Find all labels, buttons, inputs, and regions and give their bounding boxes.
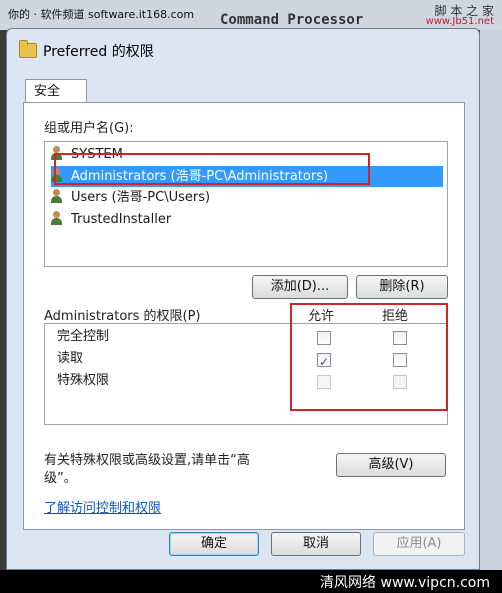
user-name: Users (浩哥-PC\Users) <box>71 190 211 205</box>
permissions-label: Administrators 的权限(P) <box>44 309 201 324</box>
groups-label: 组或用户名(G): <box>44 121 134 136</box>
cancel-button[interactable]: 取消 <box>271 532 361 556</box>
advanced-button[interactable]: 高级(V) <box>336 453 446 477</box>
background-window-edge <box>480 30 502 570</box>
background-title: Command Processor <box>220 12 364 28</box>
watermark-right-url: www.Jb51.net <box>425 16 494 27</box>
advanced-text-line2: 级”。 <box>44 471 77 486</box>
background-window-strip: 你的 · 软件频道 software.it168.com Command Pro… <box>0 0 502 30</box>
annotation-box-administrators <box>54 153 370 185</box>
tab-security[interactable]: 安全 <box>25 79 87 103</box>
remove-button[interactable]: 删除(R) <box>356 275 448 299</box>
user-group-icon <box>51 211 67 225</box>
advanced-text-line1: 有关特殊权限或高级设置,请单击“高 <box>44 453 250 468</box>
user-group-icon <box>51 189 67 203</box>
watermark-left: 你的 · 软件频道 software.it168.com <box>8 8 195 21</box>
add-button[interactable]: 添加(D)... <box>252 275 348 299</box>
permission-name: 特殊权限 <box>57 373 110 388</box>
permission-name: 完全控制 <box>57 329 110 344</box>
title-bar[interactable]: Preferred 的权限 <box>7 29 479 69</box>
window-title: Preferred 的权限 <box>43 44 154 60</box>
permissions-dialog: Preferred 的权限 安全 组或用户名(G): SYSTEM Admini… <box>6 28 480 570</box>
permission-name: 读取 <box>57 351 84 366</box>
annotation-box-permissions <box>290 303 448 411</box>
apply-button[interactable]: 应用(A) <box>373 532 465 556</box>
footer-watermark: 清风网络 www.vipcn.com <box>320 575 490 591</box>
list-item-trustedinstaller[interactable]: TrustedInstaller <box>51 209 171 230</box>
footer-bar: 清风网络 www.vipcn.com <box>0 570 502 593</box>
access-control-link[interactable]: 了解访问控制和权限 <box>44 497 161 516</box>
user-name: TrustedInstaller <box>71 212 172 227</box>
ok-button[interactable]: 确定 <box>169 532 259 556</box>
security-panel: 组或用户名(G): SYSTEM Administrators (浩哥-PC\A… <box>23 102 465 530</box>
folder-icon <box>19 40 37 58</box>
list-item-users[interactable]: Users (浩哥-PC\Users) <box>51 187 210 208</box>
